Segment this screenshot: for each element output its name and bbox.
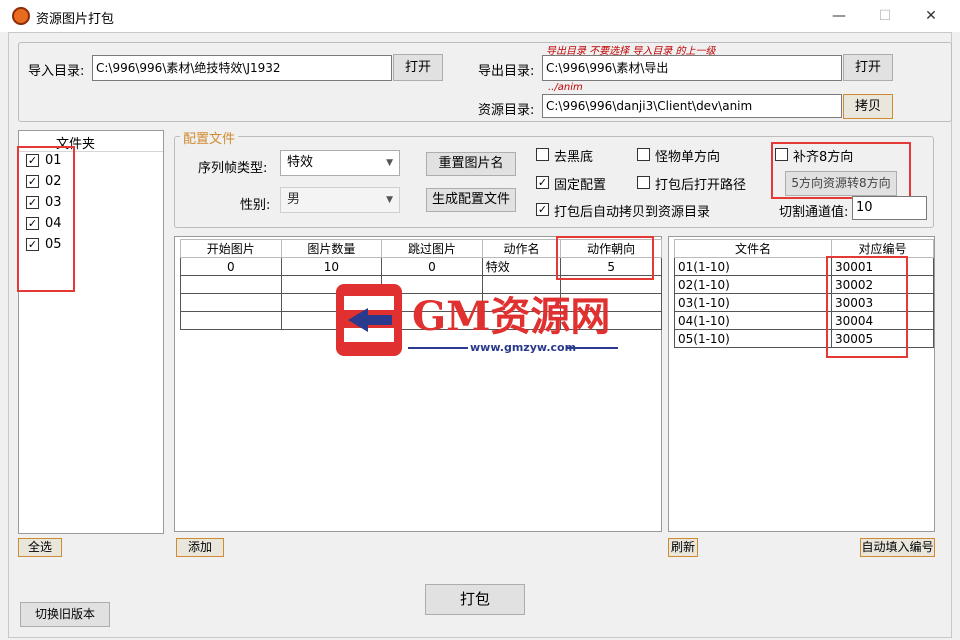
- resource-label: 资源目录:: [478, 103, 535, 118]
- frame-type-value: 特效: [287, 155, 314, 170]
- export-path-input[interactable]: C:\996\996\素材\导出: [542, 55, 842, 81]
- resource-path-input[interactable]: C:\996\996\danji3\Client\dev\anim: [542, 94, 842, 118]
- maximize-icon: ☐: [878, 8, 892, 24]
- gender-label: 性别:: [240, 198, 271, 213]
- refresh-button[interactable]: 刷新: [668, 538, 698, 557]
- window-title: 资源图片打包: [36, 12, 115, 27]
- anim-header-skip: 跳过图片: [381, 239, 483, 258]
- fixed-config-checkbox[interactable]: ✓: [536, 176, 549, 189]
- direction-highlight-box: [556, 236, 654, 280]
- anim-header-count: 图片数量: [280, 239, 383, 258]
- switch-old-version-button[interactable]: 切换旧版本: [20, 602, 110, 627]
- file-name-cell[interactable]: 05(1-10): [674, 329, 832, 348]
- reset-names-button[interactable]: 重置图片名: [426, 152, 516, 176]
- watermark-logo-icon: [336, 284, 402, 356]
- folder-highlight-box: [17, 146, 75, 292]
- pack-button[interactable]: 打包: [425, 584, 525, 615]
- file-name-cell[interactable]: 01(1-10): [674, 257, 832, 276]
- autofill-ids-button[interactable]: 自动填入编号: [860, 538, 935, 557]
- copy-button[interactable]: 拷贝: [843, 94, 893, 119]
- export-label: 导出目录:: [478, 64, 535, 79]
- frame-type-select[interactable]: 特效 ▼: [280, 150, 400, 176]
- gender-value: 男: [287, 192, 301, 207]
- anim-header-start: 开始图片: [180, 239, 282, 258]
- file-header-id: 对应编号: [831, 239, 934, 258]
- watermark-url: www.gmzyw.com: [470, 341, 577, 354]
- app-icon: [12, 7, 30, 25]
- 8dir-highlight-box: [771, 142, 911, 199]
- file-name-cell[interactable]: 04(1-10): [674, 311, 832, 330]
- import-path-input[interactable]: C:\996\996\素材\绝技特效\J1932: [92, 55, 392, 81]
- export-open-button[interactable]: 打开: [843, 54, 893, 81]
- auto-copy-label: 打包后自动拷贝到资源目录: [554, 205, 711, 220]
- file-name-cell[interactable]: 02(1-10): [674, 275, 832, 294]
- title-bar: 资源图片打包 — ☐ ✕: [0, 0, 960, 32]
- frame-type-label: 序列帧类型:: [198, 161, 268, 176]
- watermark-brand: GM资源网: [412, 293, 611, 340]
- monster-single-dir-checkbox[interactable]: [637, 148, 650, 161]
- id-highlight-box: [826, 256, 908, 358]
- add-row-button[interactable]: 添加: [176, 538, 224, 557]
- open-path-checkbox[interactable]: [637, 176, 650, 189]
- generate-config-button[interactable]: 生成配置文件: [426, 188, 516, 212]
- anim-header-action: 动作名: [481, 239, 562, 258]
- import-label: 导入目录:: [28, 64, 85, 79]
- file-header-name: 文件名: [674, 239, 832, 258]
- chevron-down-icon: ▼: [386, 158, 393, 168]
- chevron-down-icon: ▼: [386, 195, 393, 205]
- cell-skip[interactable]: 0: [381, 257, 483, 276]
- fixed-config-label: 固定配置: [554, 178, 607, 193]
- remove-black-label: 去黑底: [554, 150, 594, 165]
- minimize-icon[interactable]: —: [816, 4, 862, 28]
- file-name-cell[interactable]: 03(1-10): [674, 293, 832, 312]
- watermark-line-left: [408, 347, 468, 349]
- cut-channel-label: 切割通道值:: [779, 205, 849, 220]
- cut-channel-input[interactable]: 10: [852, 196, 927, 220]
- config-legend: 配置文件: [180, 128, 239, 147]
- remove-black-checkbox[interactable]: [536, 148, 549, 161]
- close-icon[interactable]: ✕: [908, 4, 954, 28]
- cell-action[interactable]: 特效: [481, 257, 562, 276]
- gender-select[interactable]: 男 ▼: [280, 187, 400, 213]
- open-path-label: 打包后打开路径: [655, 178, 747, 193]
- select-all-button[interactable]: 全选: [18, 538, 62, 557]
- import-open-button[interactable]: 打开: [393, 54, 443, 81]
- cell-count[interactable]: 10: [280, 257, 383, 276]
- monster-single-dir-label: 怪物单方向: [655, 150, 721, 165]
- auto-copy-checkbox[interactable]: ✓: [536, 203, 549, 216]
- anim-note: ../anim: [548, 82, 583, 93]
- cell-start[interactable]: 0: [180, 257, 282, 276]
